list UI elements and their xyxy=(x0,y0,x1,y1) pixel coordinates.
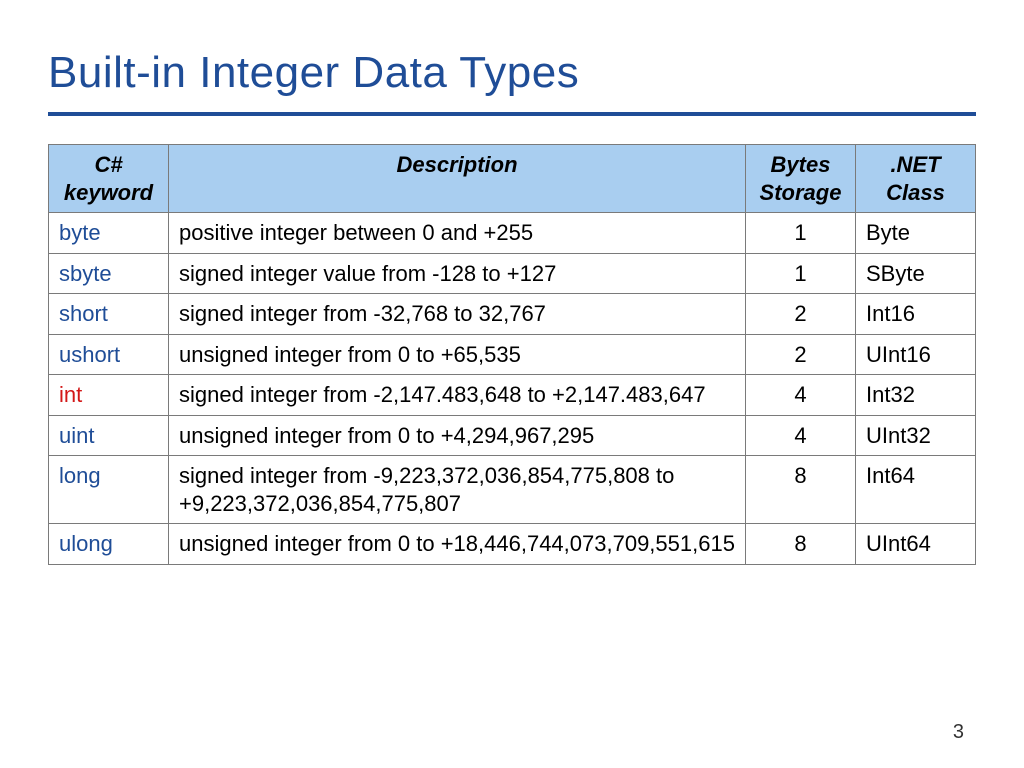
cell-bytes: 1 xyxy=(746,213,856,254)
cell-bytes: 2 xyxy=(746,334,856,375)
cell-bytes: 1 xyxy=(746,253,856,294)
table-row: shortsigned integer from -32,768 to 32,7… xyxy=(49,294,976,335)
cell-description: signed integer from -9,223,372,036,854,7… xyxy=(169,456,746,524)
integer-types-table: C# keyword Description Bytes Storage .NE… xyxy=(48,144,976,565)
cell-description: unsigned integer from 0 to +18,446,744,0… xyxy=(169,524,746,565)
cell-keyword: byte xyxy=(49,213,169,254)
table-row: uintunsigned integer from 0 to +4,294,96… xyxy=(49,415,976,456)
cell-description: signed integer from -32,768 to 32,767 xyxy=(169,294,746,335)
cell-description: unsigned integer from 0 to +65,535 xyxy=(169,334,746,375)
cell-bytes: 8 xyxy=(746,524,856,565)
table-row: ushortunsigned integer from 0 to +65,535… xyxy=(49,334,976,375)
cell-keyword: uint xyxy=(49,415,169,456)
cell-bytes: 4 xyxy=(746,415,856,456)
cell-net-class: UInt64 xyxy=(856,524,976,565)
cell-net-class: Int32 xyxy=(856,375,976,416)
cell-keyword: ulong xyxy=(49,524,169,565)
cell-net-class: Byte xyxy=(856,213,976,254)
cell-keyword: long xyxy=(49,456,169,524)
table-row: intsigned integer from -2,147.483,648 to… xyxy=(49,375,976,416)
cell-net-class: UInt16 xyxy=(856,334,976,375)
cell-bytes: 4 xyxy=(746,375,856,416)
cell-net-class: UInt32 xyxy=(856,415,976,456)
cell-keyword: sbyte xyxy=(49,253,169,294)
cell-bytes: 8 xyxy=(746,456,856,524)
cell-description: positive integer between 0 and +255 xyxy=(169,213,746,254)
cell-description: signed integer from -2,147.483,648 to +2… xyxy=(169,375,746,416)
cell-net-class: SByte xyxy=(856,253,976,294)
cell-keyword: ushort xyxy=(49,334,169,375)
table-row: ulongunsigned integer from 0 to +18,446,… xyxy=(49,524,976,565)
slide-title: Built-in Integer Data Types xyxy=(48,48,976,98)
col-header-net: .NET Class xyxy=(856,145,976,213)
table-row: sbytesigned integer value from -128 to +… xyxy=(49,253,976,294)
title-rule xyxy=(48,112,976,116)
cell-description: unsigned integer from 0 to +4,294,967,29… xyxy=(169,415,746,456)
col-header-bytes: Bytes Storage xyxy=(746,145,856,213)
table-header-row: C# keyword Description Bytes Storage .NE… xyxy=(49,145,976,213)
cell-net-class: Int16 xyxy=(856,294,976,335)
cell-description: signed integer value from -128 to +127 xyxy=(169,253,746,294)
col-header-description: Description xyxy=(169,145,746,213)
col-header-keyword: C# keyword xyxy=(49,145,169,213)
table-row: bytepositive integer between 0 and +2551… xyxy=(49,213,976,254)
slide: Built-in Integer Data Types C# keyword D… xyxy=(0,0,1024,768)
page-number: 3 xyxy=(953,721,964,744)
table-row: longsigned integer from -9,223,372,036,8… xyxy=(49,456,976,524)
cell-keyword: short xyxy=(49,294,169,335)
cell-keyword: int xyxy=(49,375,169,416)
cell-bytes: 2 xyxy=(746,294,856,335)
cell-net-class: Int64 xyxy=(856,456,976,524)
